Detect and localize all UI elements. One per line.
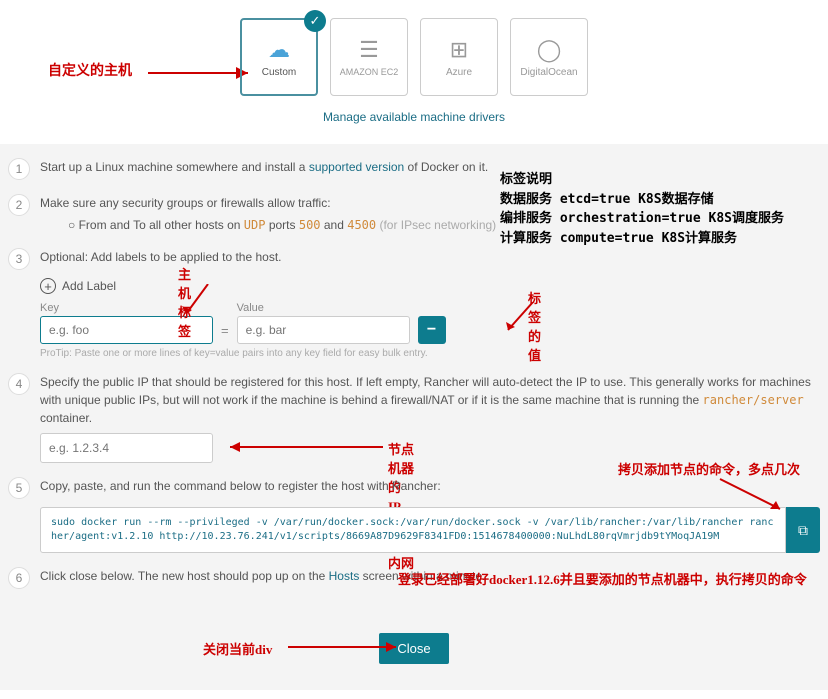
value-label: Value xyxy=(237,302,410,314)
step-3: 3 Optional: Add labels to be applied to … xyxy=(8,248,820,359)
server-icon: ☰ xyxy=(359,37,379,63)
annot-close-div: 关闭当前div xyxy=(203,639,272,658)
copy-button[interactable]: ⧉ xyxy=(786,507,820,553)
arrow-icon xyxy=(498,302,538,342)
add-label-button[interactable]: + Add Label xyxy=(40,278,116,294)
provider-custom[interactable]: ✓ ☁ Custom xyxy=(240,18,318,96)
copy-icon: ⧉ xyxy=(798,522,808,539)
arrow-icon xyxy=(288,637,408,657)
annot-login-exec: 登录已经部署好docker1.12.6并且要添加的节点机器中，执行拷贝的命令 xyxy=(398,569,828,588)
provider-digitalocean[interactable]: ◯ DigitalOcean xyxy=(510,18,588,96)
step-number: 5 xyxy=(8,477,30,499)
droplet-icon: ◯ xyxy=(537,37,562,63)
public-ip-input[interactable] xyxy=(40,433,213,463)
protip-text: ProTip: Paste one or more lines of key=v… xyxy=(40,348,428,359)
step-number: 6 xyxy=(8,567,30,589)
arrow-icon xyxy=(218,437,386,457)
provider-label: Azure xyxy=(446,67,472,78)
manage-drivers-link[interactable]: Manage available machine drivers xyxy=(0,110,828,124)
plus-icon: + xyxy=(40,278,56,294)
step-6: 6 Click close below. The new host should… xyxy=(8,567,820,589)
windows-icon: ⊞ xyxy=(450,37,468,63)
supported-version-link[interactable]: supported version xyxy=(309,160,404,174)
step-number: 2 xyxy=(8,194,30,216)
register-command[interactable]: sudo docker run --rm --privileged -v /va… xyxy=(40,507,786,553)
step-number: 4 xyxy=(8,373,30,395)
firewall-bullet: ○ From and To all other hosts on UDP por… xyxy=(68,216,820,234)
step-number: 3 xyxy=(8,248,30,270)
hosts-link[interactable]: Hosts xyxy=(329,569,360,583)
provider-label: AMAZON EC2 xyxy=(340,67,399,77)
step-5: 拷贝添加节点的命令，多点几次 5 Copy, paste, and run th… xyxy=(8,477,820,553)
cloud-icon: ☁ xyxy=(268,37,290,63)
check-icon: ✓ xyxy=(304,10,326,32)
provider-ec2[interactable]: ☰ AMAZON EC2 xyxy=(330,18,408,96)
step-4: 4 Specify the public IP that should be r… xyxy=(8,373,820,463)
arrow-icon xyxy=(710,477,790,517)
provider-azure[interactable]: ⊞ Azure xyxy=(420,18,498,96)
step-1: 1 Start up a Linux machine somewhere and… xyxy=(8,158,820,180)
step-number: 1 xyxy=(8,158,30,180)
provider-label: Custom xyxy=(262,67,296,78)
label-value-input[interactable] xyxy=(237,316,410,344)
arrow-icon xyxy=(178,284,218,324)
annot-copy-cmd: 拷贝添加节点的命令，多点几次 xyxy=(618,459,800,478)
remove-label-button[interactable]: − xyxy=(418,316,446,344)
provider-label: DigitalOcean xyxy=(520,67,577,78)
equals-sign: = xyxy=(221,323,229,338)
step-2: 2 Make sure any security groups or firew… xyxy=(8,194,820,234)
